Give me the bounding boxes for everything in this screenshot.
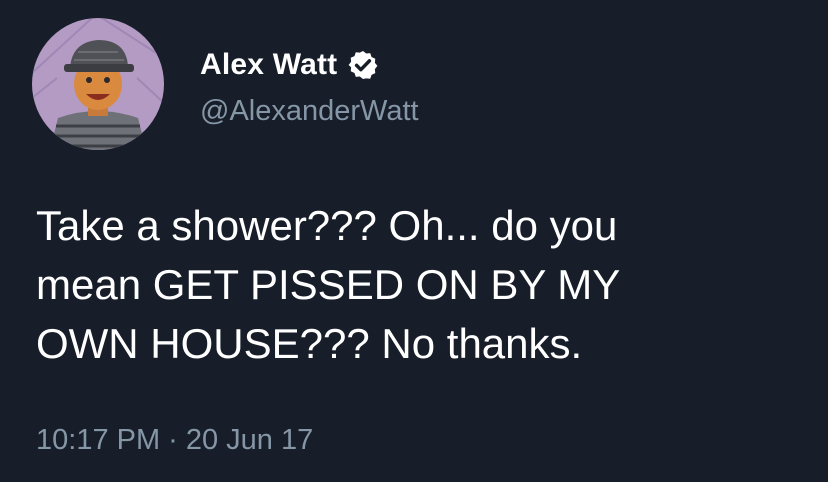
tweet-timestamp[interactable]: 10:17 PM · 20 Jun 17 xyxy=(36,424,313,457)
verified-badge-icon xyxy=(348,51,378,79)
avatar[interactable] xyxy=(32,18,164,150)
tweet-text: Take a shower??? Oh... do you mean GET P… xyxy=(36,202,621,367)
author-name-row[interactable]: Alex Watt xyxy=(200,48,379,82)
display-name[interactable]: Alex Watt xyxy=(200,48,337,82)
tweet-date: 20 Jun 17 xyxy=(185,424,314,456)
author-handle[interactable]: @AlexanderWatt xyxy=(200,95,419,128)
meta-separator: · xyxy=(168,424,178,456)
tweet-card: Alex Watt @AlexanderWatt Take a shower??… xyxy=(0,0,828,482)
drawn-portrait-icon xyxy=(32,18,164,150)
tweet-time: 10:17 PM xyxy=(36,424,161,456)
